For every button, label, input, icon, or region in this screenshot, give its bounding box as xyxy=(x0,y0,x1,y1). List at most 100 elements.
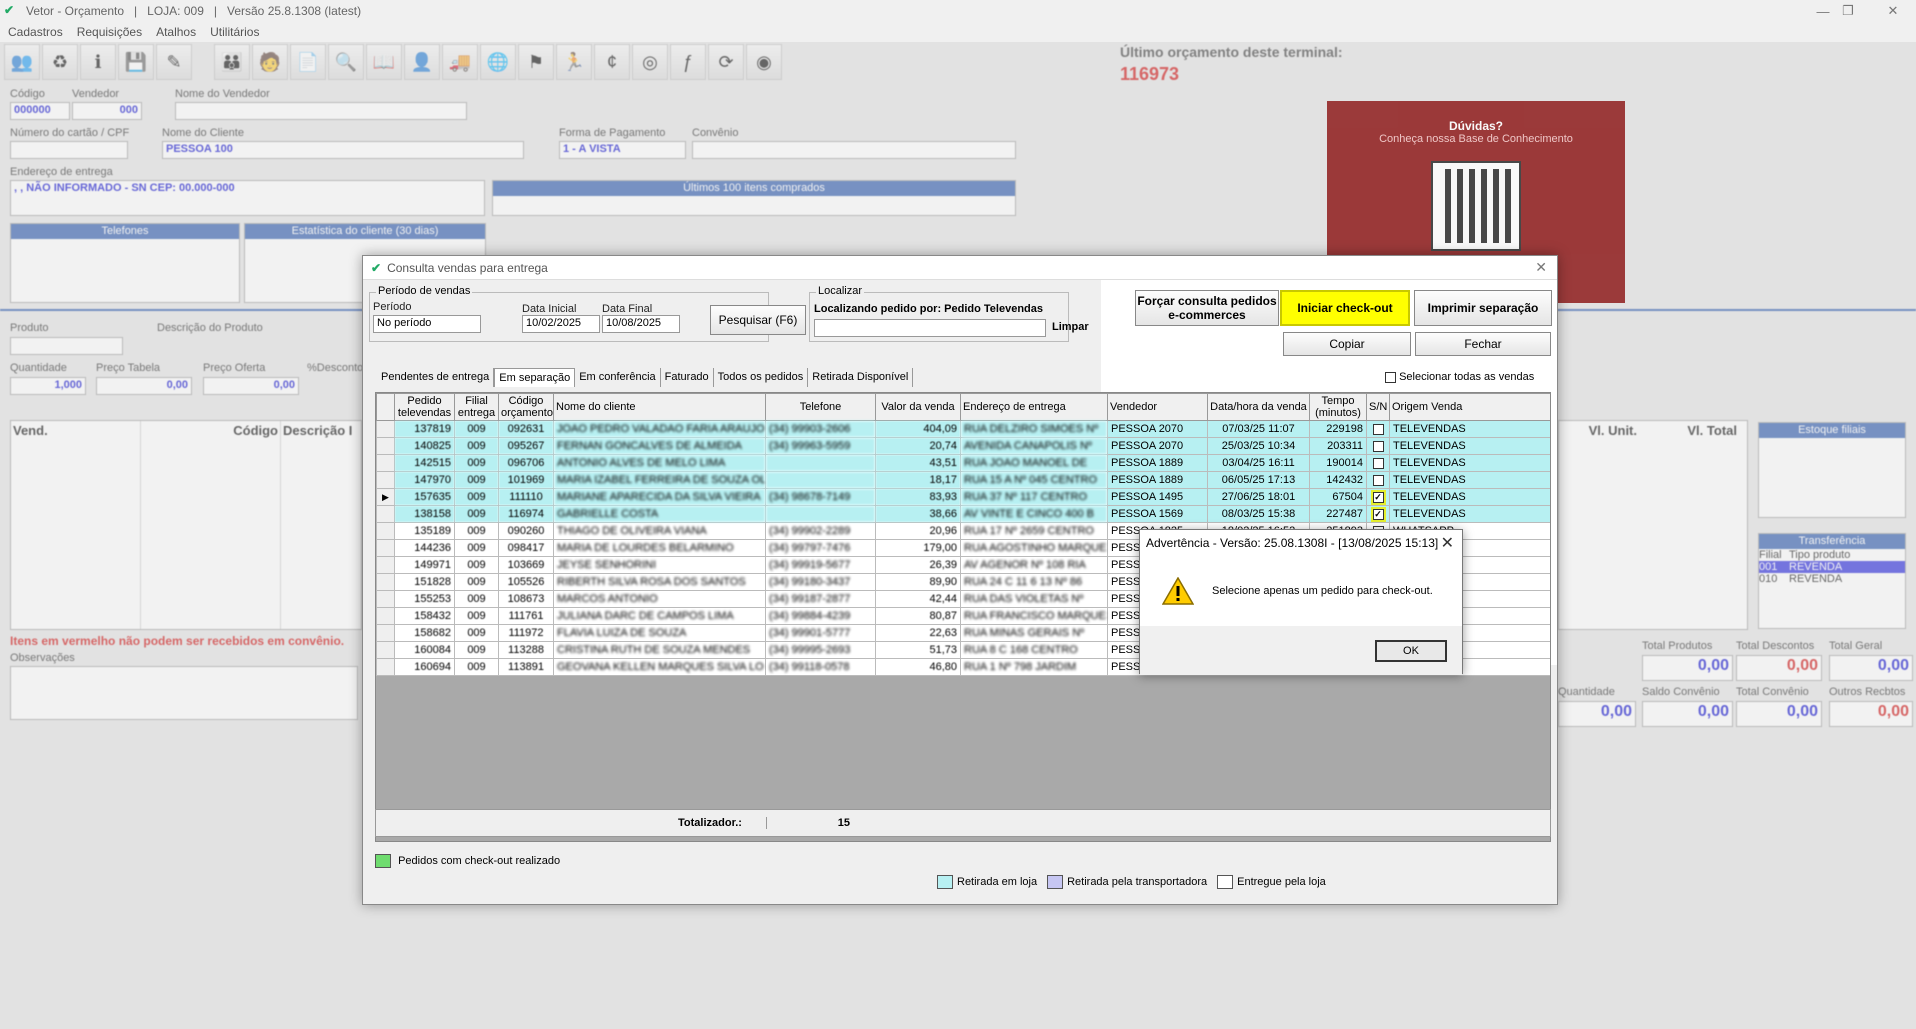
book-icon[interactable]: 📖 xyxy=(366,44,402,80)
ring-icon[interactable]: ◉ xyxy=(746,44,782,80)
col-codigo[interactable]: Código orçamento xyxy=(498,393,554,421)
sn-checkbox[interactable] xyxy=(1372,474,1384,486)
cell-cliente: MARIANE APARECIDA DA SILVA VIEIRA xyxy=(553,488,766,506)
sn-checkbox[interactable] xyxy=(1372,457,1384,469)
globe-icon[interactable]: 🌐 xyxy=(480,44,516,80)
col-valor[interactable]: Valor da venda xyxy=(875,393,961,421)
col-sn[interactable]: S/N xyxy=(1366,393,1390,421)
observacoes-field[interactable] xyxy=(10,666,358,720)
col-pedido[interactable]: Pedido televendas xyxy=(394,393,455,421)
table-row[interactable]: 147970 009 101969 MARIA IZABEL FERREIRA DE … xyxy=(376,471,1550,489)
endereco-field[interactable]: , , NÃO INFORMADO - SN CEP: 00.000-000 xyxy=(10,180,485,216)
transferencia-filial[interactable]: 001 xyxy=(1759,561,1789,573)
selecionar-todas-checkbox[interactable] xyxy=(1385,371,1396,383)
refresh-icon[interactable]: ♻ xyxy=(42,44,78,80)
menu-utilitarios[interactable]: Utilitários xyxy=(210,25,259,39)
warning-close-icon[interactable]: ✕ xyxy=(1441,533,1454,553)
cell-data: 07/03/25 11:07 xyxy=(1207,420,1310,438)
quantidade-field[interactable]: 1,000 xyxy=(10,377,86,395)
preco-oferta-field[interactable]: 0,00 xyxy=(203,377,299,395)
menu-requisicoes[interactable]: Requisições xyxy=(77,25,142,39)
maximize-icon[interactable]: ❐ xyxy=(1825,0,1871,22)
col-vendedor[interactable]: Vendedor xyxy=(1107,393,1208,421)
cell-cliente: GABRIELLE COSTA xyxy=(553,505,766,523)
fiscal-icon[interactable]: ƒ xyxy=(670,44,706,80)
info-icon[interactable]: ℹ xyxy=(80,44,116,80)
warning-icon xyxy=(1162,577,1194,605)
sn-checkbox[interactable]: ✓ xyxy=(1370,489,1386,505)
tab-em-separacao[interactable]: Em separação xyxy=(494,368,576,387)
delivery-icon[interactable]: 🚚 xyxy=(442,44,478,80)
localizar-input[interactable] xyxy=(814,319,1046,337)
search-icon[interactable]: 🔍 xyxy=(328,44,364,80)
codigo-label: Código xyxy=(10,88,45,100)
cell-origem: TELEVENDAS xyxy=(1389,454,1550,472)
transferencia-tipo[interactable]: REVENDA xyxy=(1789,573,1842,585)
codigo-field[interactable]: 000000 xyxy=(10,102,70,120)
sync-icon[interactable]: ⟳ xyxy=(708,44,744,80)
col-cliente[interactable]: Nome do cliente xyxy=(553,393,766,421)
copiar-button[interactable]: Copiar xyxy=(1283,332,1411,356)
forma-pag-select[interactable]: 1 - A VISTA xyxy=(559,141,686,159)
table-row[interactable]: 138158 009 116974 GABRIELLE COSTA 38,66 AV VI… xyxy=(376,505,1550,523)
vendedor-field[interactable]: 000 xyxy=(72,102,142,120)
col-tempo[interactable]: Tempo (minutos) xyxy=(1309,393,1367,421)
users-icon[interactable]: 👥 xyxy=(4,44,40,80)
nome-cliente-field[interactable]: PESSOA 100 xyxy=(162,141,524,159)
col-origem[interactable]: Origem Venda xyxy=(1389,393,1550,421)
menu-cadastros[interactable]: Cadastros xyxy=(8,25,63,39)
pencil-icon[interactable]: ✎ xyxy=(156,44,192,80)
nome-cliente-label: Nome do Cliente xyxy=(162,127,244,139)
ok-button[interactable]: OK xyxy=(1375,640,1447,662)
save-icon[interactable]: 💾 xyxy=(118,44,154,80)
imprimir-separacao-button[interactable]: Imprimir separação xyxy=(1414,290,1552,326)
periodo-select[interactable]: No período xyxy=(373,315,481,333)
telefones-grid: Telefones xyxy=(10,223,240,303)
data-inicial-field[interactable]: 10/02/2025 xyxy=(522,315,600,333)
produto-field[interactable] xyxy=(10,337,123,355)
document-icon[interactable]: 📄 xyxy=(290,44,326,80)
group-icon[interactable]: 👪 xyxy=(214,44,250,80)
people-icon[interactable]: 🧑 xyxy=(252,44,288,80)
selecionar-todas[interactable]: Selecionar todas as vendas xyxy=(1385,371,1534,383)
transferencia-tipo[interactable]: REVENDA xyxy=(1789,561,1842,573)
col-data[interactable]: Data/hora da venda xyxy=(1207,393,1310,421)
table-row[interactable]: 140825 009 095267 FERNAN GONCALVES DE ALMEI… xyxy=(376,437,1550,455)
col-endereco[interactable]: Endereço de entrega xyxy=(960,393,1108,421)
tab-todos[interactable]: Todos os pedidos xyxy=(714,368,809,387)
tab-faturado[interactable]: Faturado xyxy=(661,368,714,387)
window-close-icon[interactable]: ✕ xyxy=(1870,0,1916,22)
flag-icon[interactable]: ⚑ xyxy=(518,44,554,80)
table-row[interactable]: ▶ 157635 009 111110 MARIANE APARECIDA DA SIL… xyxy=(376,488,1550,506)
forcar-consulta-button[interactable]: Forçar consulta pedidos e-commerces xyxy=(1135,290,1279,326)
table-row[interactable]: 142515 009 096706 ANTONIO ALVES DE MELO LIM… xyxy=(376,454,1550,472)
menu-atalhos[interactable]: Atalhos xyxy=(156,25,196,39)
transferencia-filial[interactable]: 010 xyxy=(1759,573,1789,585)
table-row[interactable]: 137819 009 092631 JOAO PEDRO VALADAO FARIA … xyxy=(376,420,1550,438)
sn-checkbox[interactable] xyxy=(1372,440,1384,452)
person-icon[interactable]: 👤 xyxy=(404,44,440,80)
fechar-button[interactable]: Fechar xyxy=(1415,332,1551,356)
cell-tempo: 229198 xyxy=(1309,420,1367,438)
limpar-button[interactable]: Limpar xyxy=(1052,321,1089,333)
preco-tabela-field[interactable]: 0,00 xyxy=(96,377,192,395)
tab-pendentes[interactable]: Pendentes de entrega xyxy=(377,368,495,387)
target-icon[interactable]: ◎ xyxy=(632,44,668,80)
tab-em-conferencia[interactable]: Em conferência xyxy=(575,368,661,387)
iniciar-checkout-button[interactable]: Iniciar check-out xyxy=(1280,290,1410,326)
col-telefone[interactable]: Telefone xyxy=(765,393,876,421)
cell-cliente: RIBERTH SILVA ROSA DOS SANTOS xyxy=(553,573,766,591)
col-filial[interactable]: Filial entrega xyxy=(454,393,499,421)
cartao-field[interactable] xyxy=(10,141,128,159)
currency-icon[interactable]: ¢ xyxy=(594,44,630,80)
nome-vendedor-field[interactable] xyxy=(175,102,467,120)
convenio-select[interactable] xyxy=(692,141,1016,159)
runner-icon[interactable]: 🏃 xyxy=(556,44,592,80)
pesquisar-button[interactable]: Pesquisar (F6) xyxy=(710,305,806,335)
tab-retirada[interactable]: Retirada Disponível xyxy=(808,368,914,387)
cell-endereco: RUA DELZIRO SIMOES Nº xyxy=(960,420,1108,438)
sn-checkbox[interactable] xyxy=(1372,423,1384,435)
data-final-field[interactable]: 10/08/2025 xyxy=(602,315,680,333)
dialog-close-icon[interactable]: ✕ xyxy=(1535,259,1547,276)
sn-checkbox[interactable]: ✓ xyxy=(1370,506,1386,522)
